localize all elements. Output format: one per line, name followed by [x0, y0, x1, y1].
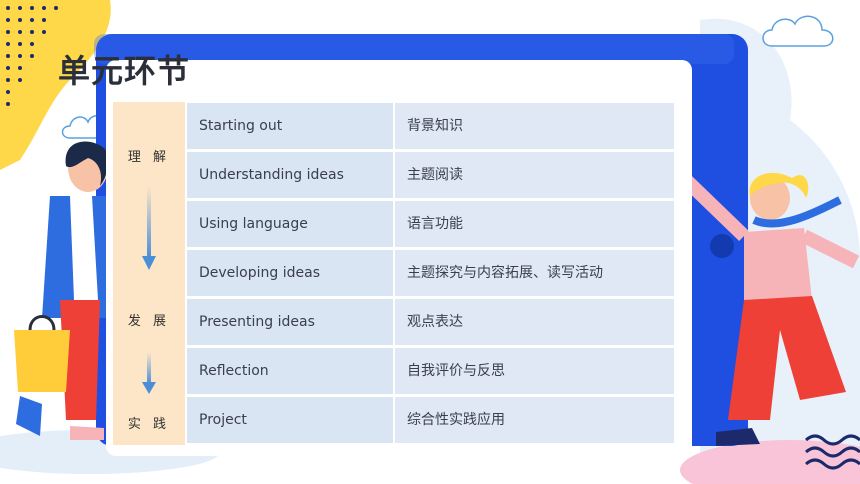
side-label-practice: 实 践: [127, 417, 171, 432]
table-row: Understanding ideas 主题阅读: [187, 152, 674, 198]
table-row: Project 综合性实践应用: [187, 397, 674, 443]
side-label-develop: 发 展: [127, 314, 171, 329]
desc-cell: 语言功能: [395, 201, 674, 247]
desc-cell: 主题探究与内容拓展、读写活动: [395, 250, 674, 296]
stage-description: 观点表达: [407, 314, 463, 330]
stage-description: 综合性实践应用: [407, 412, 505, 428]
stage-cell: Starting out: [187, 103, 393, 149]
stage-sidebar: 理 解 发 展 实 践: [113, 102, 185, 445]
stage-cell: Using language: [187, 201, 393, 247]
stage-description: 主题探究与内容拓展、读写活动: [407, 265, 603, 281]
stage-cell: Project: [187, 397, 393, 443]
stage-cell: Reflection: [187, 348, 393, 394]
desc-cell: 主题阅读: [395, 152, 674, 198]
stage-cell: Presenting ideas: [187, 299, 393, 345]
stage-name: Starting out: [199, 118, 283, 134]
table-row: Presenting ideas 观点表达: [187, 299, 674, 345]
tablet-button: [710, 234, 734, 258]
table-row: Using language 语言功能: [187, 201, 674, 247]
stage-description: 主题阅读: [407, 167, 463, 183]
cloud-icon: [762, 15, 834, 47]
stage-cell: Developing ideas: [187, 250, 393, 296]
desc-cell: 背景知识: [395, 103, 674, 149]
stage-name: Understanding ideas: [199, 167, 344, 183]
stage-description: 背景知识: [407, 118, 463, 134]
desc-cell: 综合性实践应用: [395, 397, 674, 443]
desc-cell: 自我评价与反思: [395, 348, 674, 394]
table-row: Developing ideas 主题探究与内容拓展、读写活动: [187, 250, 674, 296]
table-row: Reflection 自我评价与反思: [187, 348, 674, 394]
stage-name: Presenting ideas: [199, 314, 315, 330]
side-label-understand: 理 解: [127, 150, 171, 165]
stage-description: 自我评价与反思: [407, 363, 505, 379]
arrow-down-icon: [142, 186, 156, 270]
stage-description: 语言功能: [407, 216, 463, 232]
stage-name: Developing ideas: [199, 265, 320, 281]
page-title: 单元环节: [58, 52, 191, 90]
stage-cell: Understanding ideas: [187, 152, 393, 198]
arrow-down-icon: [142, 352, 156, 394]
stage-name: Project: [199, 412, 247, 428]
stage-name: Using language: [199, 216, 308, 232]
desc-cell: 观点表达: [395, 299, 674, 345]
stage-name: Reflection: [199, 363, 269, 379]
table-row: Starting out 背景知识: [187, 103, 674, 149]
